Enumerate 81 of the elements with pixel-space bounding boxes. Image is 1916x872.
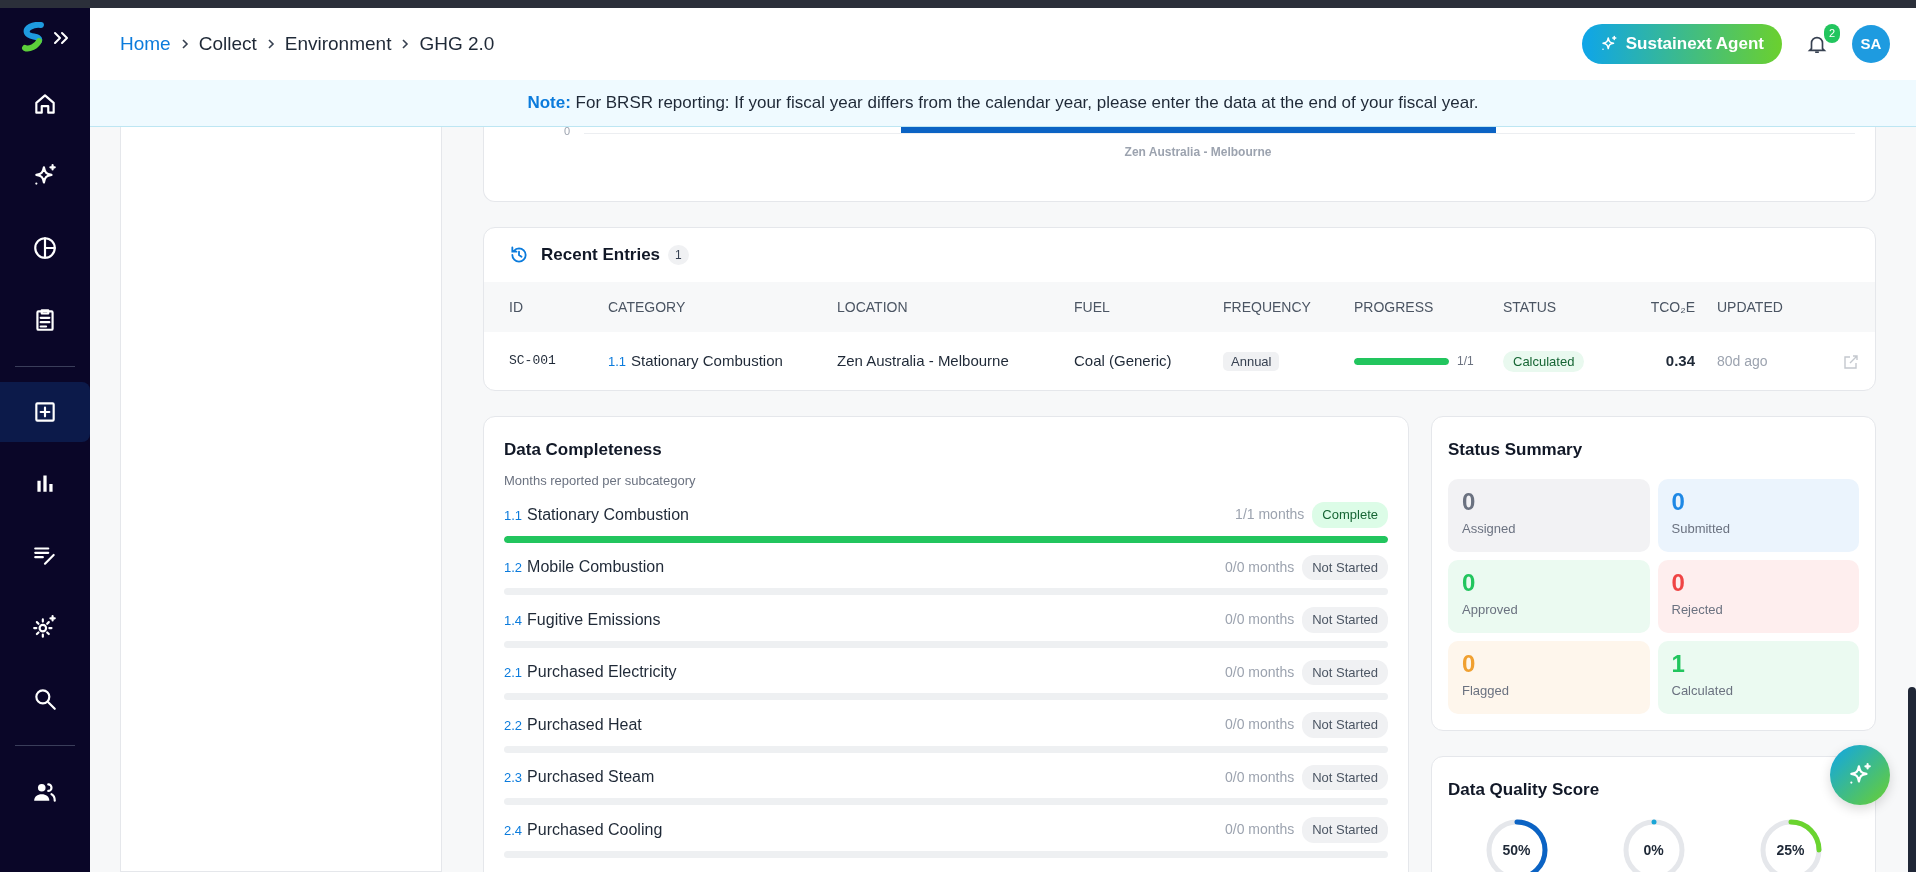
breadcrumb-item: GHG 2.0 [419,31,495,56]
column-header: CATEGORY [608,297,687,317]
logo-icon [21,22,45,52]
card-title: Status Summary [1448,439,1584,461]
status-tag: Not Started [1302,607,1388,633]
home-icon [32,91,58,117]
subcategory-name: 1.1 Stationary Combustion [504,504,689,525]
status-label: Approved [1462,600,1519,619]
table-cell-text: Zen Australia - Melbourne [837,350,1010,371]
status-tag: Calculated [1503,350,1585,372]
column-header: LOCATION [837,297,909,317]
table-cell-text: 1.1 Stationary Combustion [608,350,784,371]
status-tag: Not Started [1302,659,1388,685]
add-icon [32,399,58,425]
column-header: TCO₂E [1649,297,1695,317]
progress-text: 1/1 [1457,353,1474,370]
column-header: PROGRESS [1354,297,1435,317]
status-label: Flagged [1462,681,1510,700]
column-header: ID [509,297,524,317]
score-value: 50% [1502,840,1531,860]
user-avatar[interactable]: SA [1852,25,1890,63]
axis-label: Zen Australia - Melbourne [1124,144,1272,161]
axis-tick: 0 [564,127,571,139]
assistant-button[interactable] [1830,745,1890,805]
months-count: 0/0 months [1224,767,1295,787]
gear-icon [32,614,58,640]
subcategory-name: 2.2 Purchased Heat [504,714,642,735]
breadcrumb-link[interactable]: Home [120,29,171,59]
status-count: 0 [1671,569,1686,596]
score-value: 0% [1643,840,1664,860]
count-badge: 1 [668,245,689,265]
subcategory-name: 2.1 Purchased Electricity [504,662,677,683]
subcategory-name: 1.4 Fugitive Emissions [504,609,661,630]
months-count: 0/0 months [1224,610,1295,630]
external-link-icon [1843,353,1859,370]
card-title: Data Quality Score [1448,778,1601,801]
notification-count: 2 [1823,24,1840,43]
table-cell-text: 80d ago [1717,351,1769,371]
status-count: 0 [1462,488,1477,515]
breadcrumb-item: Environment [284,31,392,56]
search-icon [32,686,58,712]
history-icon [509,245,529,265]
breadcrumb-item: Collect [198,31,257,56]
card-title: Data Completeness [504,439,663,461]
status-count: 0 [1462,569,1477,596]
status-label: Submitted [1671,519,1732,538]
months-count: 0/0 months [1224,820,1295,840]
subcategory-name: 2.4 Purchased Cooling [504,819,663,840]
pie-chart-icon [32,235,58,261]
table-cell-text: Coal (Generic) [1074,350,1173,371]
status-count: 0 [1671,488,1686,515]
column-header: STATUS [1503,297,1558,317]
card-subtitle: Months reported per subcategory [504,471,697,490]
subcategory-name: 1.2 Mobile Combustion [504,557,665,578]
status-tag: Not Started [1302,554,1388,580]
frequency-tag: Annual [1223,351,1280,371]
sidebar-item[interactable] [0,382,90,442]
months-count: 0/0 months [1224,557,1295,577]
months-count: 1/1 months [1235,505,1305,525]
status-label: Rejected [1671,600,1724,619]
status-tag: Complete [1312,502,1388,528]
column-header: UPDATED [1717,297,1784,317]
status-label: Calculated [1671,681,1734,700]
column-header: FUEL [1074,297,1111,317]
sparkle-icon [1599,35,1618,53]
section-title: Recent Entries [541,244,661,267]
status-tag: Not Started [1302,712,1388,738]
agent-button[interactable]: Sustainext Agent [1581,24,1782,64]
status-count: 1 [1671,650,1686,677]
score-value: 25% [1776,840,1805,860]
status-count: 0 [1462,650,1477,677]
note-text: Note: For BRSR reporting: If your fiscal year differs from the calendar year, please enter the data at the end of your fiscal year. [527,92,1479,115]
months-count: 0/0 months [1224,715,1295,735]
subcategory-name: 2.3 Purchased Steam [504,767,655,788]
months-count: 0/0 months [1224,662,1295,682]
table-cell-text: SC-001 [509,352,557,371]
column-header: FREQUENCY [1223,297,1312,317]
table-cell-text: 0.34 [1664,350,1695,371]
status-tag: Not Started [1302,764,1388,790]
status-tag: Not Started [1302,817,1388,843]
status-label: Assigned [1462,519,1517,538]
